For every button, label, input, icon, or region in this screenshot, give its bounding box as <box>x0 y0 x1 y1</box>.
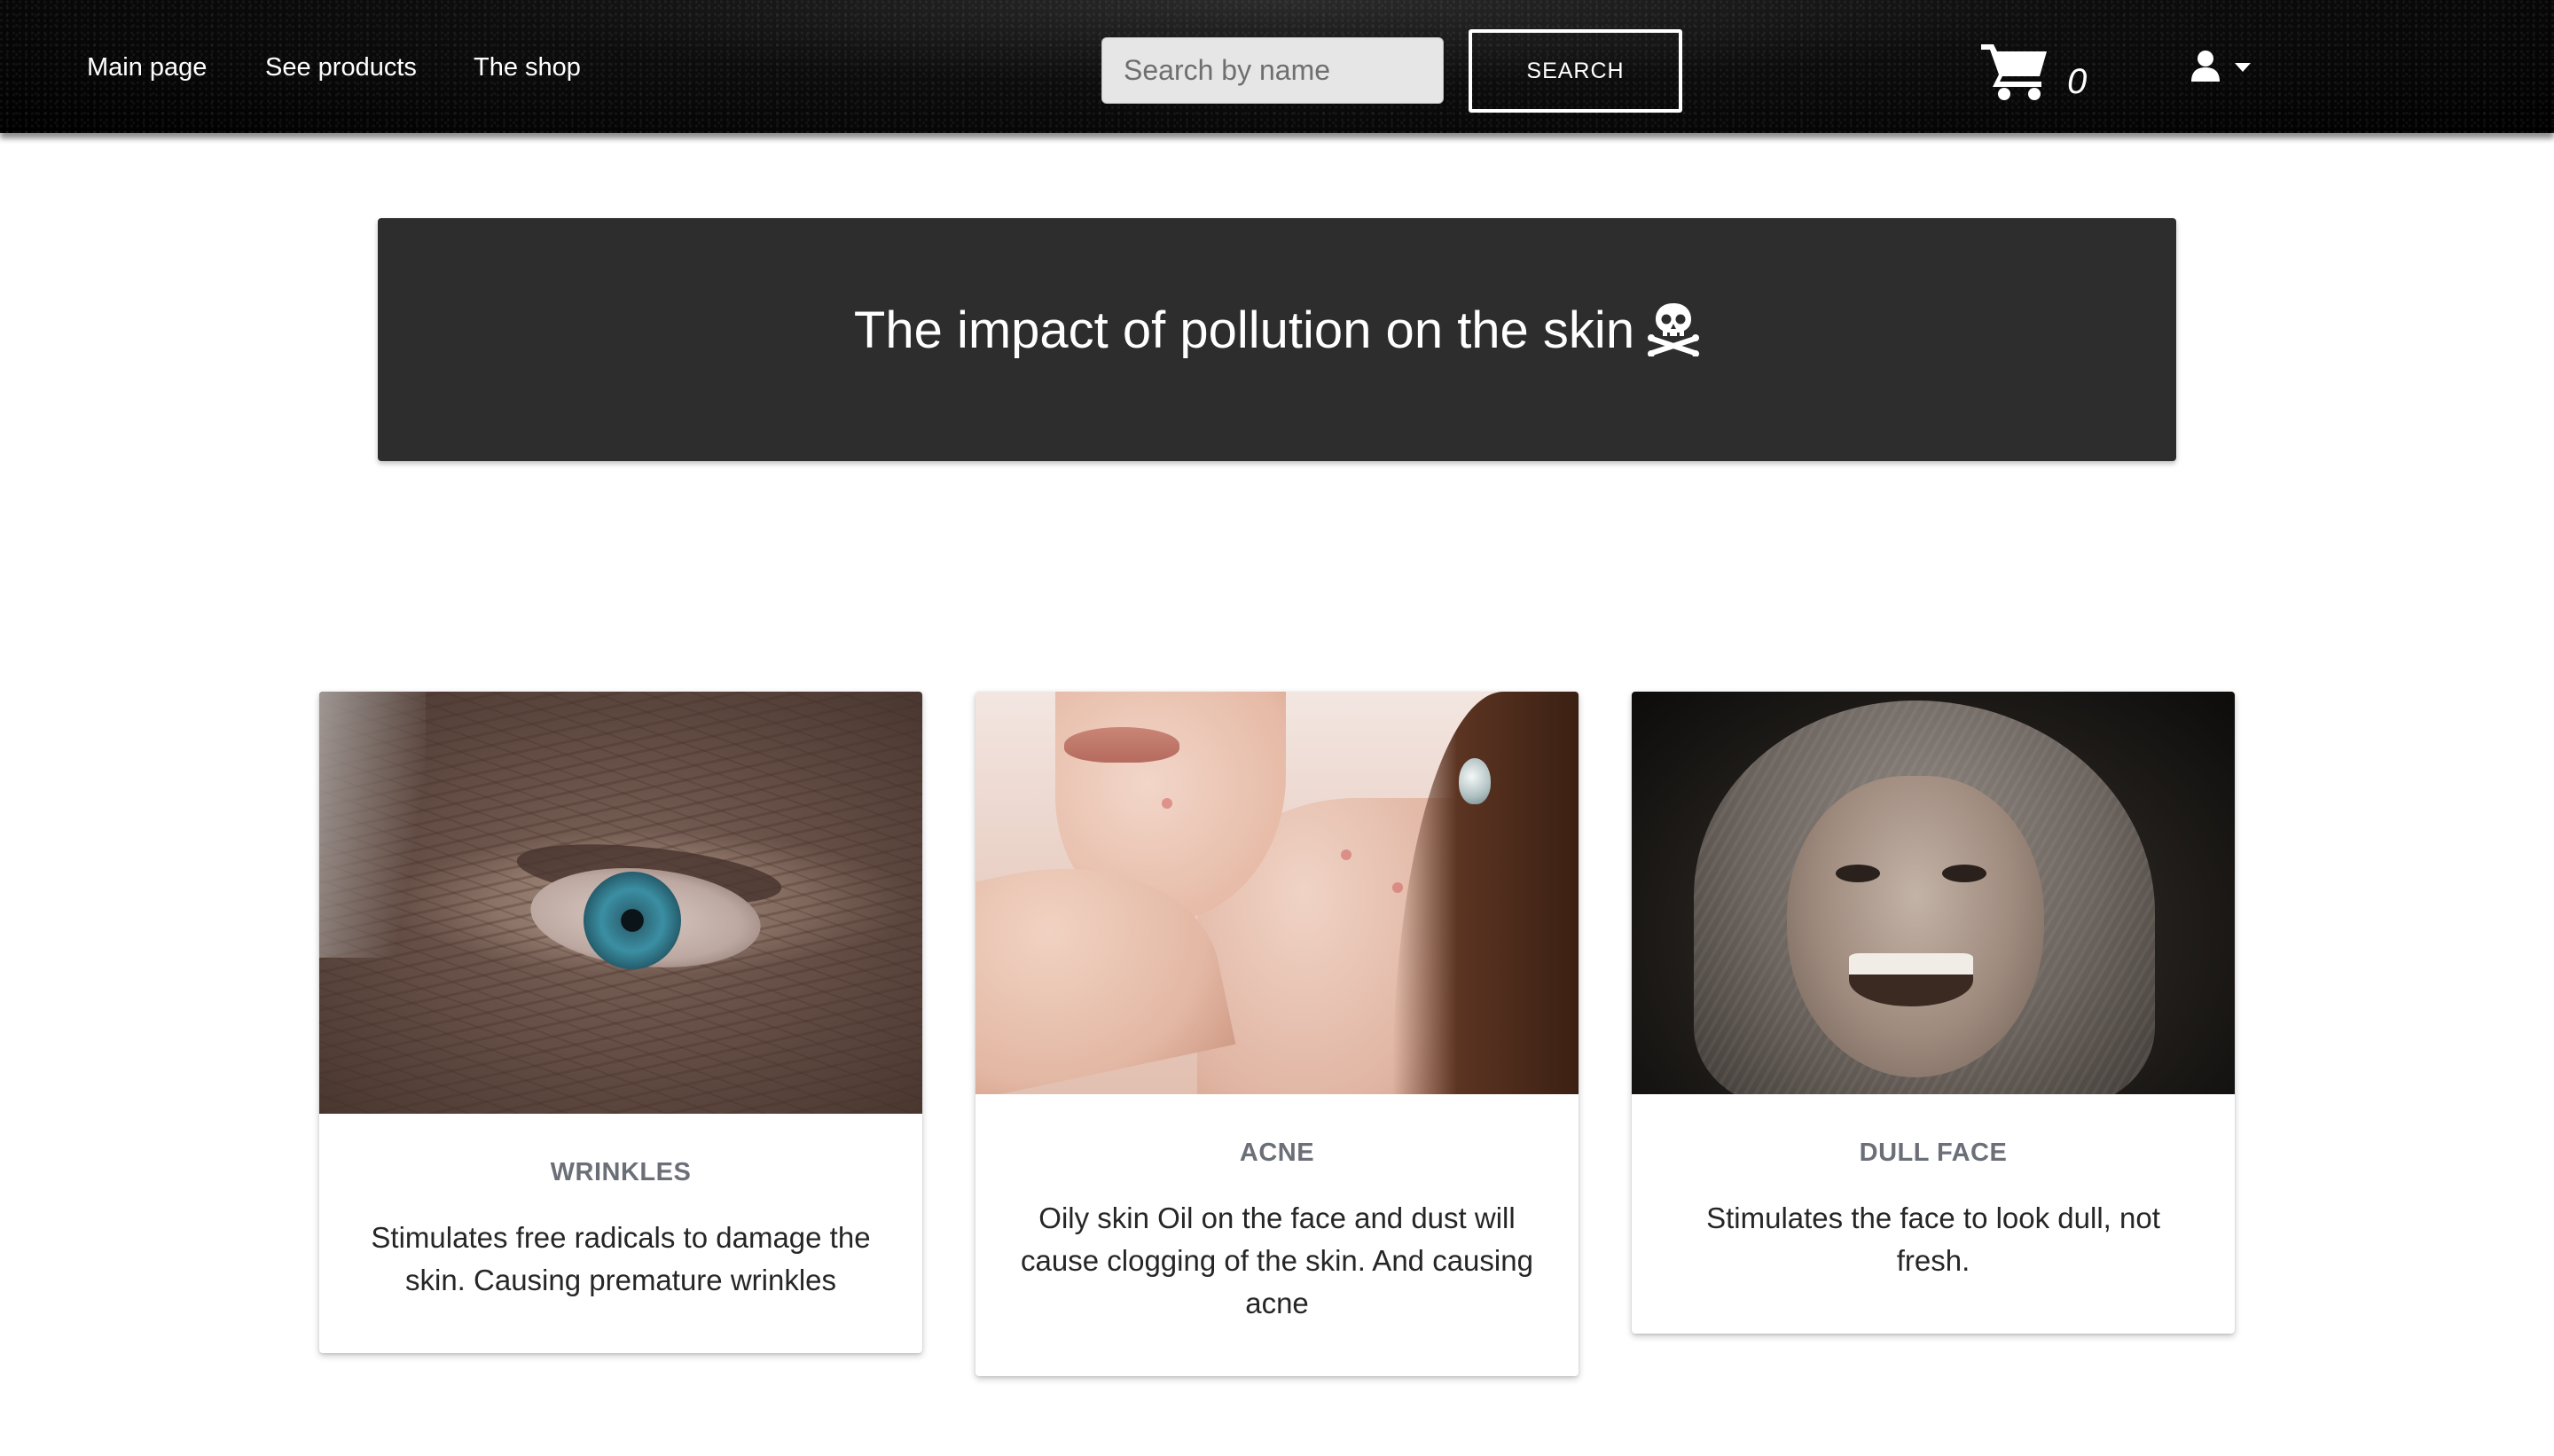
card-acne: ACNE Oily skin Oil on the face and dust … <box>975 692 1579 1376</box>
page-title: The impact of pollution on the skin <box>378 300 2176 362</box>
cart-count: 0 <box>2067 62 2088 101</box>
user-menu-toggle[interactable] <box>2190 50 2254 89</box>
nav-link-the-shop[interactable]: The shop <box>474 51 581 83</box>
cart-button[interactable]: 0 <box>1979 35 2104 106</box>
card-text: Stimulates the face to look dull, not fr… <box>1706 1202 2160 1277</box>
hero-banner: The impact of pollution on the skin <box>378 218 2176 461</box>
card-dull-face: DULL FACE Stimulates the face to look du… <box>1632 692 2235 1334</box>
card-title: DULL FACE <box>1859 1139 2008 1167</box>
top-navbar: Main page See products The shop SEARCH 0 <box>0 0 2554 133</box>
shopping-cart-icon <box>1981 44 2047 100</box>
card-text: Oily skin Oil on the face and dust will … <box>1021 1202 1533 1319</box>
skull-crossbones-icon <box>1648 303 1700 356</box>
nav-link-see-products[interactable]: See products <box>265 51 417 83</box>
wrinkled-eye-image <box>319 692 922 1114</box>
nav-link-main-page[interactable]: Main page <box>87 51 207 83</box>
search-input[interactable] <box>1101 37 1444 104</box>
user-icon <box>2191 51 2220 82</box>
card-wrinkles: WRINKLES Stimulates free radicals to dam… <box>319 692 922 1353</box>
card-title: ACNE <box>1239 1139 1315 1167</box>
page-title-text: The impact of pollution on the skin <box>853 301 1635 359</box>
card-title: WRINKLES <box>550 1158 692 1186</box>
card-text: Stimulates free radicals to damage the s… <box>371 1221 871 1296</box>
caret-down-icon <box>2235 63 2251 72</box>
acne-chin-image <box>975 692 1579 1094</box>
smiling-child-image <box>1632 692 2235 1094</box>
search-button[interactable]: SEARCH <box>1469 29 1682 113</box>
